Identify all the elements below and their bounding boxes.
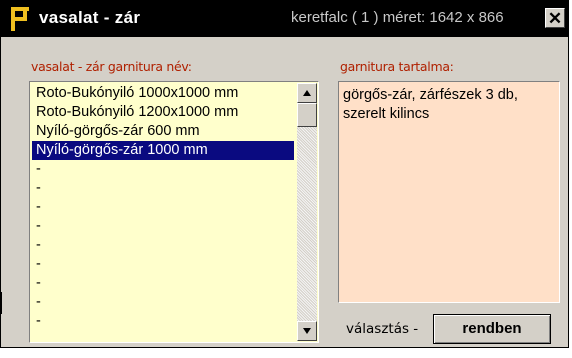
contents-box: görgős-zár, zárfészek 3 db, szerelt kili… (338, 81, 560, 303)
contents-label: garnitura tartalma: (340, 59, 454, 74)
list-items: Roto-Bukónyiló 1000x1000 mm Roto-Bukónyil… (32, 84, 294, 331)
ok-button[interactable]: rendben (433, 314, 551, 344)
list-item[interactable]: - (32, 236, 294, 255)
list-item[interactable]: Nyíló-görgős-zár 600 mm (32, 122, 294, 141)
close-button[interactable]: ✕ (545, 8, 565, 28)
triangle-down-icon (303, 328, 311, 334)
list-item[interactable]: - (32, 293, 294, 312)
list-item[interactable]: - (32, 255, 294, 274)
contents-line: görgős-zár, zárfészek 3 db, (343, 87, 518, 103)
list-scrollbar[interactable] (297, 83, 317, 341)
list-item[interactable]: Roto-Bukónyiló 1000x1000 mm (32, 84, 294, 103)
list-item[interactable]: Roto-Bukónyiló 1200x1000 mm (32, 103, 294, 122)
window-title: vasalat - zár (39, 8, 141, 27)
list-item[interactable]: - (32, 179, 294, 198)
edge-divider (0, 292, 2, 314)
choice-label: választás - (346, 321, 419, 337)
list-item[interactable]: - (32, 217, 294, 236)
scroll-up-button[interactable] (297, 83, 317, 103)
list-item[interactable]: - (32, 312, 294, 331)
scroll-thumb[interactable] (297, 103, 317, 127)
list-item[interactable]: - (32, 274, 294, 293)
title-bar: vasalat - zár keretfalc ( 1 ) méret: 164… (1, 1, 568, 37)
key-icon (11, 7, 29, 31)
list-item[interactable]: - (32, 198, 294, 217)
frame-size-info: keretfalc ( 1 ) méret: 1642 x 866 (291, 9, 504, 26)
contents-line: szerelt kilincs (343, 106, 430, 122)
scroll-down-button[interactable] (297, 321, 317, 341)
hardware-listbox[interactable]: Roto-Bukónyiló 1000x1000 mm Roto-Bukónyil… (29, 81, 319, 343)
triangle-up-icon (303, 90, 311, 96)
dialog-window: vasalat - zár keretfalc ( 1 ) méret: 164… (0, 0, 569, 348)
list-label: vasalat - zár garnitura név: (31, 59, 192, 74)
list-item[interactable]: Nyíló-görgős-zár 1000 mm (32, 141, 294, 160)
list-item[interactable]: - (32, 160, 294, 179)
close-icon: ✕ (547, 9, 563, 28)
